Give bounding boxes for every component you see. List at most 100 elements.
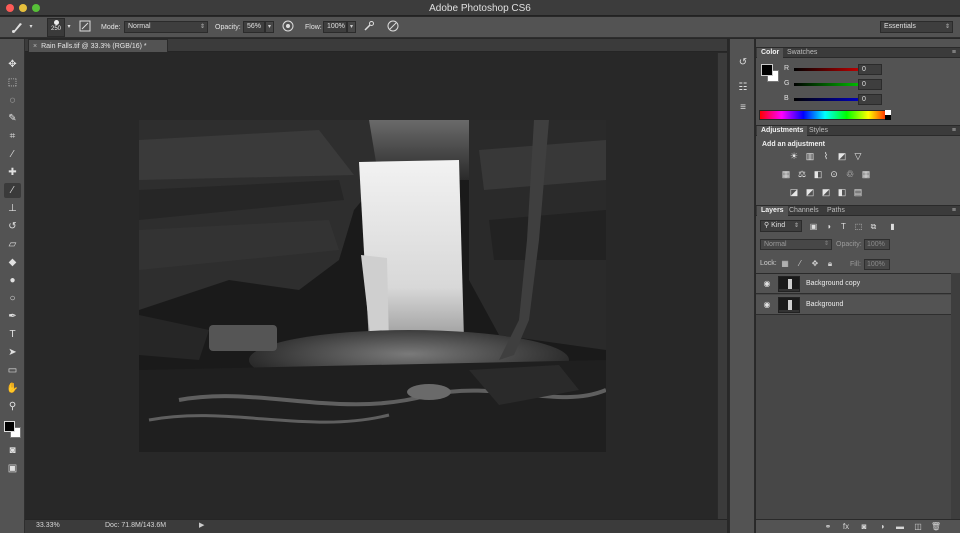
link-layers-icon[interactable]: ⚭: [822, 521, 834, 533]
color-lookup-icon[interactable]: ▦: [860, 169, 872, 180]
close-tab-icon[interactable]: ×: [33, 43, 37, 50]
tab-color[interactable]: Color: [757, 48, 784, 58]
blue-value-input[interactable]: 0: [858, 94, 882, 105]
lock-all-icon[interactable]: 🔒︎: [825, 259, 835, 269]
layers-panel-menu-icon[interactable]: ≡: [952, 206, 956, 216]
eraser-tool-icon[interactable]: ▱: [4, 237, 21, 252]
layer-style-icon[interactable]: fx: [840, 521, 852, 533]
posterize-icon[interactable]: ◩: [804, 187, 816, 198]
lock-position-icon[interactable]: ✥: [810, 259, 820, 269]
adjustments-panel-menu-icon[interactable]: ≡: [952, 126, 956, 136]
pen-tool-icon[interactable]: ✒: [4, 309, 21, 324]
gradient-map-icon[interactable]: ▤: [852, 187, 864, 198]
tab-paths[interactable]: Paths: [823, 206, 849, 216]
opacity-slider-dropdown-icon[interactable]: ▾: [265, 21, 274, 33]
brush-tool-icon[interactable]: ⁄: [4, 183, 21, 198]
filter-type-icon[interactable]: T: [838, 221, 849, 232]
flow-input[interactable]: 100%: [323, 21, 347, 33]
rectangular-marquee-icon[interactable]: ⬚: [4, 75, 21, 90]
paint-bucket-icon[interactable]: ◆: [4, 255, 21, 270]
channel-mixer-icon[interactable]: ♲: [844, 169, 856, 180]
new-layer-icon[interactable]: ◫: [912, 521, 924, 533]
color-spectrum-ramp[interactable]: [759, 110, 891, 120]
crop-tool-icon[interactable]: ⌗: [4, 129, 21, 144]
layer-filter-select[interactable]: ⚲ Kind ⇕: [760, 220, 802, 232]
adjustment-brush-panel-icon[interactable]: ≡: [736, 101, 750, 115]
document-size[interactable]: Doc: 71.8M/143.6M: [105, 522, 166, 529]
lock-image-icon[interactable]: ⁄: [795, 259, 805, 269]
red-value-input[interactable]: 0: [858, 64, 882, 75]
dodge-tool-icon[interactable]: ○: [4, 291, 21, 306]
quick-selection-icon[interactable]: ✎: [4, 111, 21, 126]
green-value-input[interactable]: 0: [858, 79, 882, 90]
pressure-opacity-icon[interactable]: [281, 20, 295, 34]
opacity-input[interactable]: 56%: [243, 21, 265, 33]
eyedropper-icon[interactable]: ⁄: [4, 147, 21, 162]
history-brush-icon[interactable]: ↺: [4, 219, 21, 234]
properties-panel-icon[interactable]: ☷: [736, 81, 750, 95]
mode-select[interactable]: Normal ⇕: [124, 21, 208, 33]
threshold-icon[interactable]: ◩: [820, 187, 832, 198]
delete-layer-icon[interactable]: 🗑︎: [930, 521, 942, 533]
tab-channels[interactable]: Channels: [785, 206, 823, 216]
layers-scrollbar[interactable]: [951, 273, 960, 519]
new-group-icon[interactable]: ▬: [894, 521, 906, 533]
layer-row[interactable]: ◉ Background: [756, 295, 951, 315]
brush-panel-toggle-icon[interactable]: [78, 20, 92, 34]
exposure-icon[interactable]: ◩: [836, 151, 848, 162]
brush-tool-preset-icon[interactable]: [10, 20, 24, 34]
invert-icon[interactable]: ◪: [788, 187, 800, 198]
zoom-level[interactable]: 33.33%: [36, 522, 60, 529]
black-white-swatch[interactable]: [885, 110, 891, 120]
new-adjustment-layer-icon[interactable]: ◑: [876, 521, 888, 533]
preset-dropdown-icon[interactable]: ▾: [27, 20, 35, 34]
rectangle-tool-icon[interactable]: ▭: [4, 363, 21, 378]
filter-toggle-icon[interactable]: ▮: [887, 221, 898, 232]
quick-mask-icon[interactable]: ◙: [4, 443, 21, 458]
status-menu-arrow-icon[interactable]: ▶: [199, 521, 204, 529]
blur-tool-icon[interactable]: ●: [4, 273, 21, 288]
tab-adjustments[interactable]: Adjustments: [757, 126, 808, 136]
type-tool-icon[interactable]: T: [4, 327, 21, 342]
curves-icon[interactable]: ⌇: [820, 151, 832, 162]
filter-adjustment-icon[interactable]: ◑: [823, 221, 834, 232]
fill-input[interactable]: 100%: [864, 259, 890, 270]
brush-picker-dropdown-icon[interactable]: ▾: [65, 20, 73, 34]
clone-stamp-icon[interactable]: ⊥: [4, 201, 21, 216]
flow-slider-dropdown-icon[interactable]: ▾: [347, 21, 356, 33]
spot-healing-icon[interactable]: ✚: [4, 165, 21, 180]
filter-shape-icon[interactable]: ⬚: [853, 221, 864, 232]
tab-styles[interactable]: Styles: [805, 126, 832, 136]
path-selection-icon[interactable]: ➤: [4, 345, 21, 360]
color-panel-menu-icon[interactable]: ≡: [952, 48, 956, 58]
tab-layers[interactable]: Layers: [757, 206, 788, 216]
hue-saturation-icon[interactable]: ▦: [780, 169, 792, 180]
canvas-workspace[interactable]: [25, 53, 727, 519]
blend-mode-select[interactable]: Normal ⇕: [760, 239, 832, 250]
selective-color-icon[interactable]: ◧: [836, 187, 848, 198]
lasso-tool-icon[interactable]: ◌: [4, 93, 21, 108]
document-canvas[interactable]: [139, 120, 606, 452]
lock-transparent-icon[interactable]: ▦: [780, 259, 790, 269]
pressure-size-icon[interactable]: [386, 20, 400, 34]
workspace-select[interactable]: Essentials ⇕: [880, 21, 953, 33]
document-tab[interactable]: × Rain Falls.tif @ 33.3% (RGB/16) *: [28, 39, 168, 52]
screen-mode-icon[interactable]: ▣: [4, 461, 21, 476]
vibrance-icon[interactable]: ▽: [852, 151, 864, 162]
color-foreground-swatch[interactable]: [761, 64, 773, 76]
hand-tool-icon[interactable]: ✋: [4, 381, 21, 396]
black-white-icon[interactable]: ◧: [812, 169, 824, 180]
filter-pixel-icon[interactable]: ▣: [808, 221, 819, 232]
canvas-vertical-scrollbar[interactable]: [717, 53, 727, 519]
photo-filter-icon[interactable]: ⊙: [828, 169, 840, 180]
visibility-eye-icon[interactable]: ◉: [762, 279, 772, 289]
visibility-eye-icon[interactable]: ◉: [762, 300, 772, 310]
airbrush-icon[interactable]: [362, 20, 376, 34]
filter-smart-object-icon[interactable]: ⧉: [868, 221, 879, 232]
history-panel-icon[interactable]: ↺: [736, 56, 750, 70]
foreground-color-swatch[interactable]: [4, 421, 15, 432]
layer-opacity-input[interactable]: 100%: [864, 239, 890, 250]
color-balance-icon[interactable]: ⚖: [796, 169, 808, 180]
layer-row[interactable]: ◉ Background copy: [756, 274, 951, 294]
move-tool-icon[interactable]: ✥: [4, 57, 21, 72]
